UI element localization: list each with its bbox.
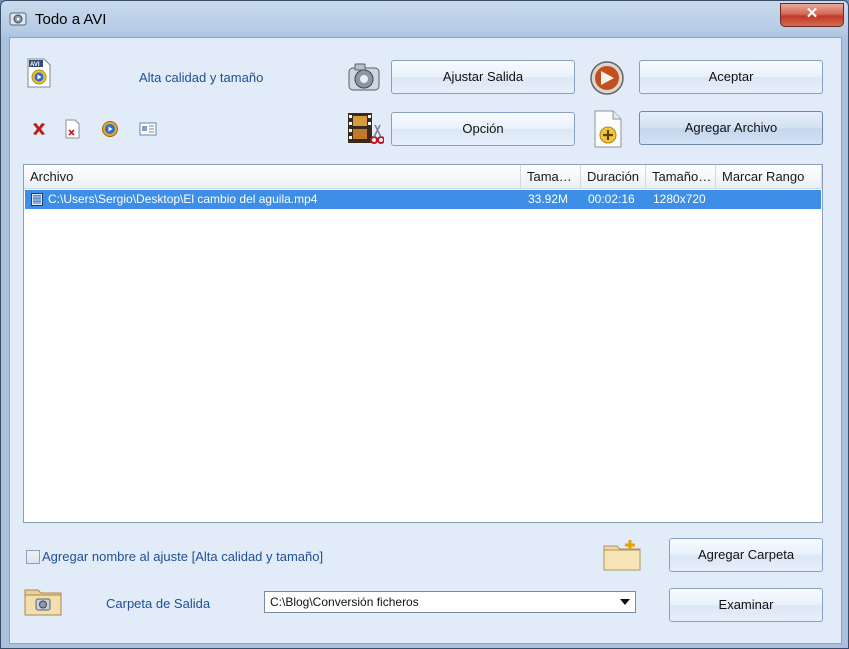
remove-file-icon[interactable]: [65, 119, 81, 139]
camera-settings-icon: [348, 63, 380, 91]
play-icon[interactable]: [101, 120, 119, 138]
svg-text:AVI: AVI: [30, 62, 40, 68]
column-header-marcar-rango[interactable]: Marcar Rango: [716, 165, 822, 189]
add-file-icon: [594, 110, 622, 148]
file-resolution: 1280x720: [653, 192, 706, 206]
info-icon[interactable]: [139, 122, 157, 136]
add-folder-icon: [603, 540, 641, 571]
output-folder-value: C:\Blog\Conversión ficheros: [270, 595, 419, 609]
title-bar[interactable]: Todo a AVI ✕: [1, 1, 849, 37]
profile-name[interactable]: Alta calidad y tamaño: [139, 70, 263, 85]
avi-file-icon[interactable]: AVI: [26, 58, 52, 88]
close-button[interactable]: ✕: [780, 3, 844, 27]
agregar-archivo-button[interactable]: Agregar Archivo: [639, 111, 823, 145]
film-cut-icon: [348, 113, 384, 144]
file-duration: 00:02:16: [588, 192, 635, 206]
chevron-down-icon[interactable]: [620, 599, 630, 606]
opcion-button[interactable]: Opción: [391, 112, 575, 146]
column-header-resolucion[interactable]: Tamaño…: [646, 165, 716, 189]
output-folder-label: Carpeta de Salida: [106, 596, 211, 611]
file-path: C:\Users\Sergio\Desktop\El cambio del ag…: [48, 192, 318, 206]
table-row[interactable]: C:\Users\Sergio\Desktop\El cambio del ag…: [25, 190, 821, 209]
output-folder-select[interactable]: C:\Blog\Conversión ficheros: [264, 591, 636, 613]
column-header-duracion[interactable]: Duración: [581, 165, 646, 189]
file-list[interactable]: Archivo Tama… Duración Tamaño… Marcar Ra…: [23, 164, 823, 523]
convert-icon: [590, 61, 624, 95]
agregar-carpeta-button[interactable]: Agregar Carpeta: [669, 538, 823, 572]
output-folder-icon: [24, 589, 62, 616]
file-size: 33.92M: [528, 192, 569, 206]
delete-icon[interactable]: [31, 121, 47, 137]
column-header-archivo[interactable]: Archivo: [24, 165, 521, 189]
examinar-button[interactable]: Examinar: [669, 588, 823, 622]
window-title: Todo a AVI: [35, 11, 107, 28]
column-header-tamano[interactable]: Tama…: [521, 165, 581, 189]
add-name-label[interactable]: Agregar nombre al ajuste [Alta calidad y…: [42, 549, 323, 564]
video-file-icon: [31, 193, 43, 206]
app-icon: [9, 12, 27, 26]
ajustar-salida-button[interactable]: Ajustar Salida: [391, 60, 575, 94]
add-name-checkbox[interactable]: [26, 550, 40, 564]
aceptar-button[interactable]: Aceptar: [639, 60, 823, 94]
